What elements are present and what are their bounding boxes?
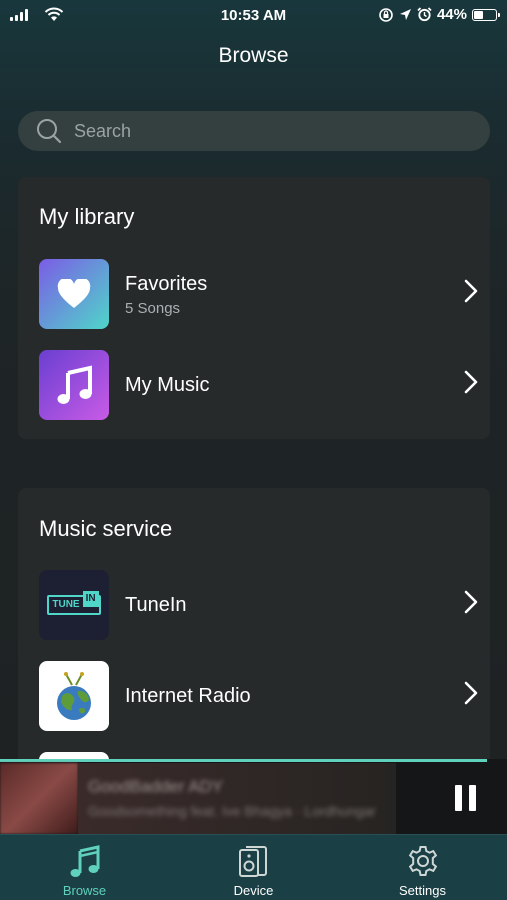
- chevron-right-icon: [464, 590, 478, 614]
- rotation-lock-icon: [379, 7, 393, 22]
- search-input[interactable]: Search: [18, 111, 490, 151]
- tab-settings-label: Settings: [399, 883, 446, 898]
- favorites-subtitle: 5 Songs: [125, 300, 181, 317]
- my-music-thumbnail: [39, 350, 109, 420]
- track-artist: Goodsomething feat. Ive Bhagya · Lordhun…: [88, 803, 376, 819]
- battery-percent: 44%: [436, 6, 467, 23]
- tunein-row[interactable]: TUNE IN TuneIn: [39, 570, 479, 640]
- tunein-logo-text: TUNE: [52, 599, 80, 610]
- chevron-right-icon: [464, 370, 478, 394]
- library-title: My library: [39, 204, 135, 229]
- track-title: GoodBadder ADY: [88, 777, 224, 796]
- my-music-label: My Music: [125, 374, 210, 396]
- page-title: Browse: [218, 44, 289, 67]
- playback-progress: [0, 759, 487, 762]
- tab-settings[interactable]: Settings: [338, 835, 507, 900]
- location-icon: [399, 9, 411, 20]
- battery-icon: [472, 8, 500, 21]
- status-bar: 10:53 AM 44%: [0, 0, 507, 32]
- speaker-icon: [238, 846, 267, 877]
- search-icon: [37, 119, 62, 144]
- alarm-icon: [417, 7, 432, 22]
- library-card: My library Favorites 5 Songs My Music: [18, 177, 490, 439]
- search-placeholder: Search: [74, 120, 132, 141]
- chevron-right-icon: [464, 279, 478, 303]
- internet-radio-label: Internet Radio: [125, 685, 251, 707]
- tab-browse[interactable]: Browse: [0, 835, 169, 900]
- pause-button[interactable]: [455, 785, 477, 811]
- music-note-icon: [70, 845, 99, 877]
- music-service-card: Music service TUNE IN TuneIn Internet Ra…: [18, 488, 490, 778]
- tunein-label: TuneIn: [125, 594, 187, 616]
- tab-browse-label: Browse: [62, 883, 107, 898]
- tab-device[interactable]: Device: [169, 835, 338, 900]
- internet-radio-row[interactable]: Internet Radio: [39, 661, 479, 731]
- music-note-icon: [57, 365, 92, 404]
- heart-icon: [57, 279, 91, 308]
- tunein-logo-badge: IN: [82, 591, 99, 607]
- globe-radio-icon: [57, 672, 91, 720]
- pause-icon: [455, 785, 462, 811]
- tab-bar: Browse Device Settings: [0, 834, 507, 900]
- tunein-logo: TUNE IN: [39, 570, 109, 640]
- internet-radio-thumbnail: [39, 661, 109, 731]
- music-service-title: Music service: [39, 516, 173, 541]
- my-music-row[interactable]: My Music: [39, 350, 479, 420]
- chevron-right-icon: [464, 681, 478, 705]
- tab-device-label: Device: [233, 883, 274, 898]
- now-playing-bar[interactable]: GoodBadder ADY Goodsomething feat. Ive B…: [0, 759, 507, 834]
- favorites-row[interactable]: Favorites 5 Songs: [39, 259, 479, 329]
- now-playing-info[interactable]: GoodBadder ADY Goodsomething feat. Ive B…: [78, 763, 396, 834]
- album-art: [0, 763, 78, 834]
- favorites-label: Favorites: [125, 273, 208, 295]
- favorites-thumbnail: [39, 259, 109, 329]
- gear-icon: [408, 846, 437, 876]
